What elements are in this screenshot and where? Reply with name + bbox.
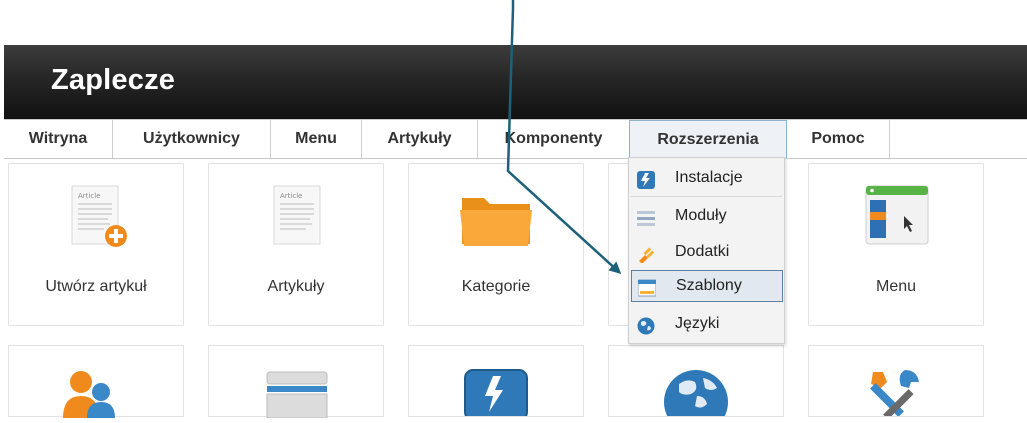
modules-icon — [637, 207, 655, 226]
dropdown-item-szablony[interactable]: Szablony — [631, 270, 783, 302]
tile-modules[interactable] — [208, 345, 384, 419]
tile-configuration[interactable] — [808, 345, 984, 420]
menu-item-rozszerzenia[interactable]: Rozszerzenia — [629, 120, 787, 158]
template-icon — [637, 278, 657, 297]
header-bar: Zaplecze — [4, 45, 1027, 119]
tile-create-article[interactable]: Article Utwórz artykuł — [8, 163, 184, 326]
tile-label: Artykuły — [267, 278, 325, 295]
svg-text:Article: Article — [280, 192, 302, 200]
menu-item-witryna[interactable]: Witryna — [4, 120, 113, 158]
article-icon: Article — [260, 182, 332, 259]
tile-install[interactable] — [408, 345, 584, 421]
dropdown-item-instalacje[interactable]: Instalacje — [631, 162, 781, 194]
globe-icon — [637, 315, 655, 335]
users-icon — [61, 368, 121, 423]
install-icon — [637, 169, 655, 189]
svg-text:Article: Article — [78, 192, 100, 200]
dropdown-item-dodatki[interactable]: Dodatki — [631, 236, 781, 268]
tile-label: Kategorie — [461, 278, 531, 295]
menu-item-pomoc[interactable]: Pomoc — [787, 120, 890, 158]
menu-window-icon — [860, 182, 932, 259]
tile-articles[interactable]: Article Artykuły — [208, 163, 384, 326]
menu-item-artykuly[interactable]: Artykuły — [362, 120, 478, 158]
folder-icon — [456, 182, 536, 259]
tile-languages[interactable] — [608, 345, 784, 423]
plugin-icon — [637, 243, 655, 264]
extensions-dropdown: Instalacje Moduły Dodatki Szablony Język… — [628, 157, 785, 344]
tile-menu[interactable]: Menu — [808, 163, 984, 326]
new-article-icon: Article — [60, 182, 132, 259]
tile-label: Menu — [875, 278, 917, 295]
tile-categories[interactable]: Kategorie — [408, 163, 584, 326]
globe-icon — [661, 366, 731, 423]
page-title: Zaplecze — [51, 64, 176, 96]
tools-icon — [865, 366, 929, 421]
menu-item-komponenty[interactable]: Komponenty — [478, 120, 630, 158]
menu-item-uzytkownicy[interactable]: Użytkownicy — [113, 120, 271, 158]
lightning-icon — [463, 366, 529, 421]
dropdown-item-moduly[interactable]: Moduły — [631, 200, 781, 232]
modules-icon — [265, 368, 329, 423]
menu-item-menu[interactable]: Menu — [271, 120, 362, 158]
main-menu-bar: Witryna Użytkownicy Menu Artykuły Kompon… — [4, 119, 1027, 159]
dropdown-separator — [631, 196, 782, 197]
tile-label: Utwórz artykuł — [45, 278, 147, 295]
tile-users[interactable] — [8, 345, 184, 418]
dropdown-item-jezyki[interactable]: Języki — [631, 308, 781, 340]
